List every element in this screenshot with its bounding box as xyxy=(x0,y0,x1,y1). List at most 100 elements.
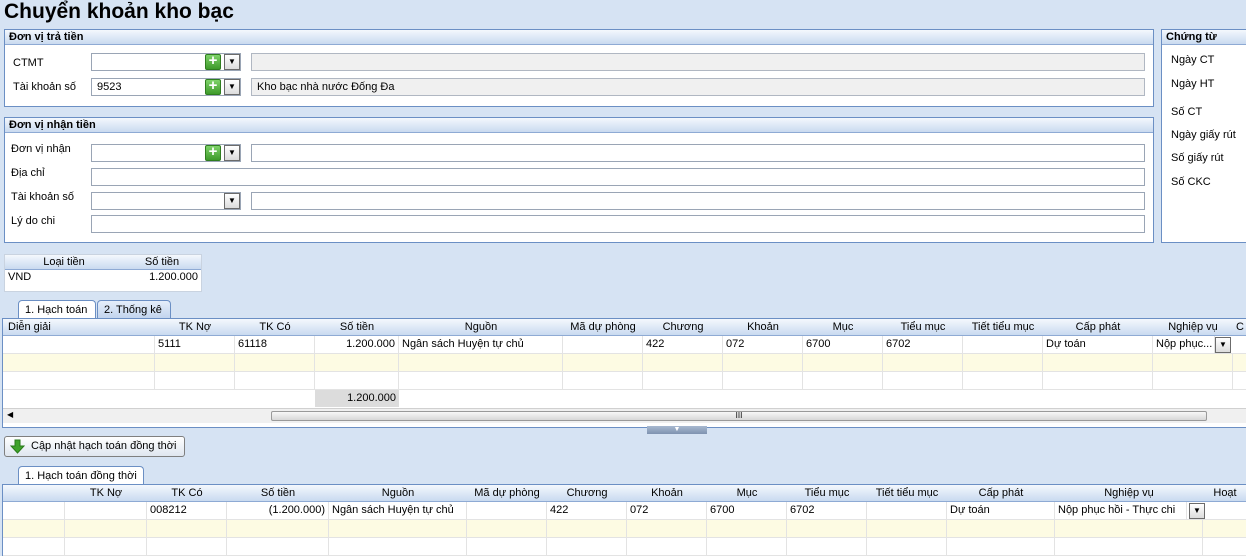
cell[interactable] xyxy=(723,354,803,371)
cell-section[interactable]: 072 xyxy=(723,336,803,353)
cell-chapter[interactable]: 422 xyxy=(643,336,723,353)
cell[interactable] xyxy=(329,520,467,537)
cell[interactable] xyxy=(883,372,963,389)
cell-allocation[interactable]: Dự toán xyxy=(1043,336,1153,353)
payee-chevron-down-icon[interactable]: ▼ xyxy=(224,145,240,161)
payee-account-desc[interactable] xyxy=(251,192,1145,210)
cell2-credit-account[interactable]: 008212 xyxy=(147,502,227,519)
col2-chapter[interactable]: Chương xyxy=(547,485,627,501)
col2-credit-account[interactable]: TK Có xyxy=(147,485,227,501)
cell[interactable] xyxy=(315,354,399,371)
amount-cell[interactable]: 1.200.000 xyxy=(123,270,201,286)
table-row[interactable]: 008212 (1.200.000) Ngân sách Huyện tự ch… xyxy=(3,502,1246,520)
col-allocation[interactable]: Cấp phát xyxy=(1043,319,1153,335)
cell[interactable] xyxy=(1153,372,1233,389)
tab-statistics[interactable]: 2. Thống kê xyxy=(97,300,171,318)
cell[interactable] xyxy=(399,372,563,389)
col2-reserve-code[interactable]: Mã dự phòng xyxy=(467,485,547,501)
col2-blank[interactable] xyxy=(3,485,65,501)
cell[interactable] xyxy=(547,520,627,537)
col-credit-account[interactable]: TK Có xyxy=(235,319,315,335)
scroll-left-icon[interactable]: ◀ xyxy=(7,410,13,419)
col-detail-sub-item[interactable]: Tiết tiểu mục xyxy=(963,319,1043,335)
cell-source[interactable]: Ngân sách Huyện tự chủ xyxy=(399,336,563,353)
payee-unit-desc[interactable] xyxy=(251,144,1145,162)
col-reserve-code[interactable]: Mã dự phòng xyxy=(563,319,643,335)
cell[interactable] xyxy=(803,354,883,371)
cell2-amount[interactable]: (1.200.000) xyxy=(227,502,329,519)
col2-detail-sub-item[interactable]: Tiết tiểu mục xyxy=(867,485,947,501)
table-row[interactable]: 5111 61118 1.200.000 Ngân sách Huyện tự … xyxy=(3,336,1246,354)
cell[interactable] xyxy=(1043,354,1153,371)
cell[interactable] xyxy=(563,354,643,371)
col-sub-item[interactable]: Tiểu mục xyxy=(883,319,963,335)
col-item[interactable]: Mục xyxy=(803,319,883,335)
col2-activity[interactable]: Hoạt xyxy=(1203,485,1246,501)
cell[interactable] xyxy=(315,372,399,389)
currency-type-cell[interactable]: VND xyxy=(5,270,123,286)
cell2-debit-account[interactable] xyxy=(65,502,147,519)
cell-debit-account[interactable]: 5111 xyxy=(155,336,235,353)
cell-description[interactable] xyxy=(3,336,155,353)
cell2-business[interactable]: Nộp phục hồi - Thực chi xyxy=(1055,502,1187,519)
cell[interactable] xyxy=(643,354,723,371)
cell[interactable] xyxy=(547,538,627,555)
cell-detail-sub-item[interactable] xyxy=(963,336,1043,353)
cell-sub-item[interactable]: 6702 xyxy=(883,336,963,353)
col-section[interactable]: Khoản xyxy=(723,319,803,335)
col2-debit-account[interactable]: TK Nợ xyxy=(65,485,147,501)
cell[interactable] xyxy=(235,354,315,371)
tab-concurrent-accounting[interactable]: 1. Hạch toán đồng thời xyxy=(18,466,144,484)
col2-allocation[interactable]: Cấp phát xyxy=(947,485,1055,501)
col-source[interactable]: Nguồn xyxy=(399,319,563,335)
cell[interactable] xyxy=(227,520,329,537)
scrollbar-thumb[interactable]: III xyxy=(271,411,1207,421)
cell[interactable] xyxy=(963,354,1043,371)
cell2-allocation[interactable]: Dự toán xyxy=(947,502,1055,519)
col2-business[interactable]: Nghiệp vụ xyxy=(1055,485,1203,501)
currency-row[interactable]: VND 1.200.000 xyxy=(5,270,201,286)
cell[interactable] xyxy=(627,520,707,537)
cell[interactable] xyxy=(787,538,867,555)
cell[interactable] xyxy=(707,520,787,537)
payee-account-input[interactable] xyxy=(91,192,241,210)
cell2-chapter[interactable]: 422 xyxy=(547,502,627,519)
cell[interactable] xyxy=(787,520,867,537)
cell-reserve-code[interactable] xyxy=(563,336,643,353)
col-description[interactable]: Diễn giải xyxy=(5,319,155,335)
cell[interactable] xyxy=(147,520,227,537)
table-row[interactable] xyxy=(3,538,1246,556)
cell2-activity[interactable] xyxy=(1207,502,1246,519)
cell-business[interactable]: Nộp phục... xyxy=(1153,336,1215,353)
splitter-handle[interactable]: ▼ xyxy=(647,426,707,434)
ctmt-chevron-down-icon[interactable]: ▼ xyxy=(224,54,240,70)
col-debit-account[interactable]: TK Nợ xyxy=(155,319,235,335)
business2-chevron-down-icon[interactable]: ▼ xyxy=(1189,503,1205,519)
cell[interactable] xyxy=(1043,372,1153,389)
cell[interactable] xyxy=(3,538,65,555)
cell[interactable] xyxy=(329,538,467,555)
cell[interactable] xyxy=(3,372,155,389)
cell[interactable] xyxy=(467,538,547,555)
cell[interactable] xyxy=(883,354,963,371)
update-concurrent-accounting-button[interactable]: Cập nhật hạch toán đồng thời xyxy=(4,436,185,457)
cell[interactable] xyxy=(707,538,787,555)
cell[interactable] xyxy=(867,538,947,555)
business-chevron-down-icon[interactable]: ▼ xyxy=(1215,337,1231,353)
col2-source[interactable]: Nguồn xyxy=(329,485,467,501)
cell[interactable] xyxy=(1055,538,1203,555)
account-chevron-down-icon[interactable]: ▼ xyxy=(224,79,240,95)
tab-accounting[interactable]: 1. Hạch toán xyxy=(18,300,96,318)
table-row[interactable] xyxy=(3,520,1246,538)
cell[interactable] xyxy=(803,372,883,389)
cell2-reserve-code[interactable] xyxy=(467,502,547,519)
col-amount[interactable]: Số tiền xyxy=(315,319,399,335)
cell[interactable] xyxy=(627,538,707,555)
cell[interactable] xyxy=(65,538,147,555)
cell[interactable] xyxy=(227,538,329,555)
cell[interactable] xyxy=(867,520,947,537)
cell[interactable] xyxy=(147,538,227,555)
payee-plus-icon[interactable]: + xyxy=(205,144,221,161)
cell[interactable] xyxy=(563,372,643,389)
table-row[interactable] xyxy=(3,354,1246,372)
